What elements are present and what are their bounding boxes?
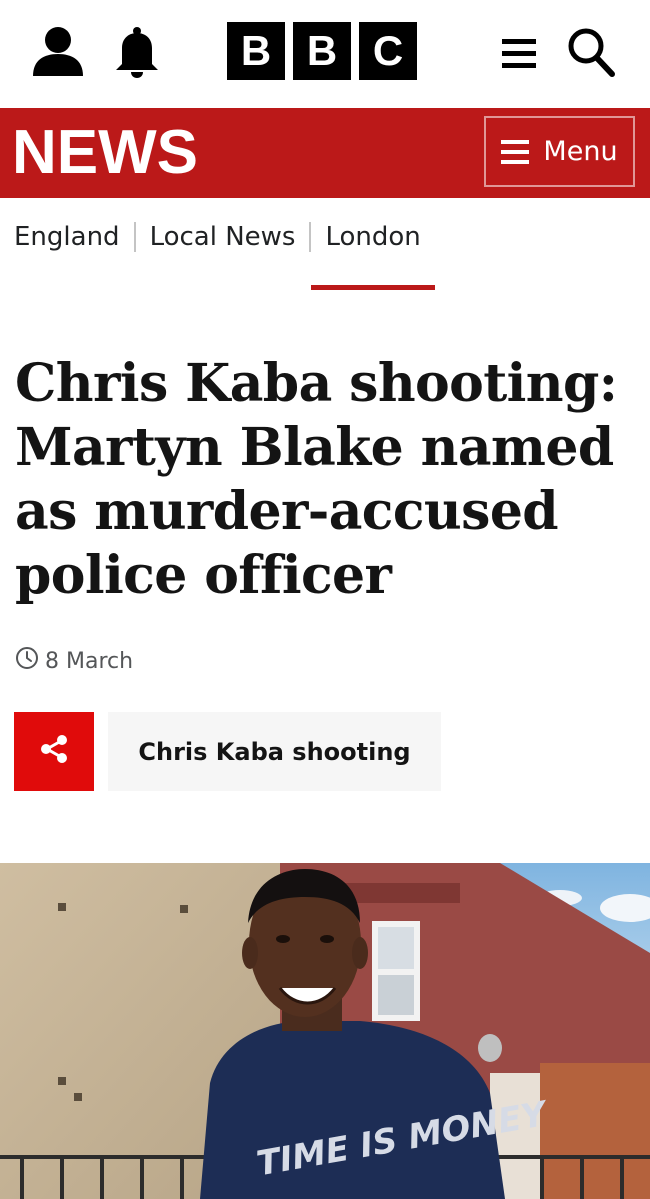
share-icon — [39, 734, 69, 769]
hamburger-icon — [501, 139, 530, 164]
account-icon[interactable] — [30, 24, 86, 78]
article-photo: TIME IS MONEY — [0, 863, 650, 1199]
topic-tag-chris-kaba-shooting[interactable]: Chris Kaba shooting — [108, 712, 441, 791]
bell-icon[interactable] — [114, 26, 160, 78]
bbc-logo-letter: B — [293, 22, 351, 80]
clock-icon — [15, 646, 39, 676]
menu-button[interactable]: Menu — [484, 116, 635, 187]
date-text: 8 March — [45, 648, 134, 674]
news-title[interactable]: NEWS — [12, 122, 198, 184]
breadcrumb-item-local-news[interactable]: Local News — [150, 222, 296, 252]
bbc-logo[interactable]: B B C — [227, 22, 417, 80]
news-bar: NEWS Menu — [0, 108, 650, 198]
more-lines-icon[interactable] — [500, 36, 538, 72]
article-headline: Chris Kaba shooting: Martyn Blake named … — [15, 353, 618, 606]
search-icon[interactable] — [566, 26, 616, 78]
top-bar: B B C — [0, 0, 650, 108]
menu-label: Menu — [543, 136, 618, 167]
share-button[interactable] — [14, 712, 94, 791]
breadcrumb-separator — [133, 222, 136, 252]
article-date: 8 March — [15, 646, 133, 676]
bbc-logo-letter: B — [227, 22, 285, 80]
breadcrumb: England Local News London — [14, 222, 436, 290]
breadcrumb-item-london[interactable]: London — [311, 222, 436, 290]
breadcrumb-item-england[interactable]: England — [14, 222, 120, 252]
bbc-logo-letter: C — [359, 22, 417, 80]
breadcrumb-separator — [309, 222, 312, 252]
